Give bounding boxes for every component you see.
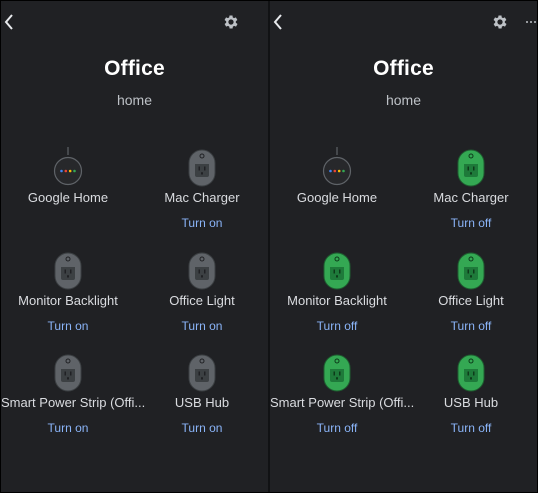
smart-plug-icon [54, 354, 82, 392]
settings-button[interactable] [489, 11, 511, 33]
device-icon-wrap [270, 143, 404, 187]
device-name: USB Hub [174, 395, 230, 410]
device-tile-smart-power-strip[interactable]: Smart Power Strip (Offi... Turn on [1, 348, 146, 448]
app-window: Office home Google Home Mac Charger Turn… [0, 0, 538, 493]
settings-button[interactable] [220, 11, 242, 33]
turn-off-button[interactable]: Turn off [404, 319, 537, 333]
smart-plug-icon [323, 354, 351, 392]
turn-off-button[interactable]: Turn off [404, 216, 537, 230]
smart-plug-icon [457, 149, 485, 187]
room-panel-left: Office home Google Home Mac Charger Turn… [1, 1, 268, 492]
device-tile-smart-power-strip[interactable]: Smart Power Strip (Offi... Turn off [270, 348, 415, 448]
smart-plug-icon [188, 252, 216, 290]
google-home-icon [53, 147, 83, 186]
room-subtitle: home [385, 92, 422, 108]
device-tile-office-light[interactable]: Office Light Turn on [135, 246, 268, 346]
smart-plug-icon [457, 354, 485, 392]
smart-plug-icon [457, 252, 485, 290]
gear-icon [493, 15, 507, 29]
chevron-left-icon [4, 14, 13, 30]
device-name: Mac Charger [433, 190, 509, 205]
device-icon-wrap [404, 143, 537, 187]
device-icon-wrap [135, 246, 268, 290]
turn-on-button[interactable]: Turn on [135, 421, 268, 435]
more-horizontal-icon [526, 21, 536, 23]
smart-plug-icon [188, 354, 216, 392]
google-home-icon [322, 147, 352, 186]
device-icon-wrap [1, 143, 135, 187]
device-name: Office Light [169, 293, 235, 308]
back-button[interactable] [1, 11, 17, 33]
device-tile-usb-hub[interactable]: USB Hub Turn off [404, 348, 537, 448]
device-icon-wrap [135, 348, 268, 392]
turn-on-button[interactable]: Turn on [1, 421, 135, 435]
turn-on-button[interactable]: Turn on [135, 216, 268, 230]
room-title: Office [104, 57, 165, 80]
room-subtitle: home [116, 92, 153, 108]
device-name: Google Home [296, 190, 378, 205]
device-name: Smart Power Strip (Offi... [1, 395, 146, 410]
device-name: Monitor Backlight [287, 293, 387, 308]
turn-on-button[interactable]: Turn on [135, 319, 268, 333]
smart-plug-icon [323, 252, 351, 290]
turn-off-button[interactable]: Turn off [404, 421, 537, 435]
device-name: Google Home [27, 190, 109, 205]
device-icon-wrap [270, 348, 404, 392]
turn-off-button[interactable]: Turn off [270, 319, 404, 333]
device-tile-mac-charger[interactable]: Mac Charger Turn on [135, 143, 268, 243]
device-tile-usb-hub[interactable]: USB Hub Turn on [135, 348, 268, 448]
device-tile-mac-charger[interactable]: Mac Charger Turn off [404, 143, 537, 243]
device-tile-google-home[interactable]: Google Home [1, 143, 135, 243]
turn-off-button[interactable]: Turn off [270, 421, 404, 435]
device-tile-monitor-backlight[interactable]: Monitor Backlight Turn off [270, 246, 404, 346]
device-name: Smart Power Strip (Offi... [270, 395, 415, 410]
back-button[interactable] [270, 11, 286, 33]
device-tile-monitor-backlight[interactable]: Monitor Backlight Turn on [1, 246, 135, 346]
smart-plug-icon [188, 149, 216, 187]
smart-plug-icon [54, 252, 82, 290]
device-icon-wrap [270, 246, 404, 290]
room-panel-right: Office home Google Home Mac Charger Turn… [270, 1, 537, 492]
room-title: Office [373, 57, 434, 80]
turn-on-button[interactable]: Turn on [1, 319, 135, 333]
device-icon-wrap [1, 348, 135, 392]
gear-icon [224, 15, 238, 29]
device-tile-google-home[interactable]: Google Home [270, 143, 404, 243]
device-name: Office Light [438, 293, 504, 308]
chevron-left-icon [273, 14, 282, 30]
device-tile-office-light[interactable]: Office Light Turn off [404, 246, 537, 346]
device-name: USB Hub [443, 395, 499, 410]
device-icon-wrap [135, 143, 268, 187]
device-icon-wrap [1, 246, 135, 290]
device-icon-wrap [404, 246, 537, 290]
device-icon-wrap [404, 348, 537, 392]
device-name: Monitor Backlight [18, 293, 118, 308]
device-name: Mac Charger [164, 190, 240, 205]
more-button[interactable] [526, 11, 537, 33]
